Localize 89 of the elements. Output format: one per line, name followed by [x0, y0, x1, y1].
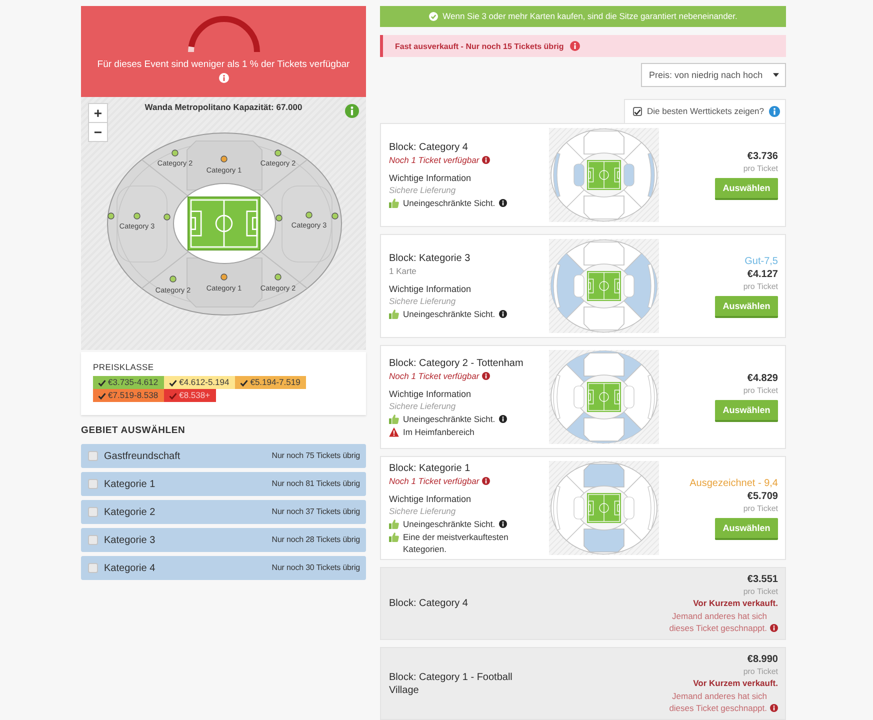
sold-text: Jemand anderes hat sich dieses Ticket geschnappt. [668, 610, 767, 634]
price-text: €8.990 [747, 653, 778, 666]
price-unit-text: pro Ticket [743, 666, 778, 677]
price-text: €4.829 [747, 372, 778, 385]
feature-text: Uneingeschränkte Sicht. [403, 518, 496, 530]
price-unit-text: pro Ticket [743, 163, 778, 174]
price-unit-text: pro Ticket [743, 385, 778, 396]
thumbs-up-icon [389, 414, 399, 424]
delivery-text: Sichere Lieferung [389, 295, 456, 307]
zoom-out-button[interactable]: − [88, 122, 108, 142]
best-value-label: Die besten Werttickets zeigen? [646, 106, 764, 117]
price-filter[interactable]: €3.735-4.612 [93, 376, 164, 389]
block-title: Block: Kategorie 1 [389, 462, 470, 474]
area-name: Kategorie 1 [104, 478, 156, 490]
area-name: Kategorie 3 [104, 534, 156, 546]
feature-text: Uneingeschränkte Sicht. [403, 197, 496, 209]
area-option[interactable]: Kategorie 4 Nur noch 30 Tickets übrig [81, 556, 366, 580]
tickets-left-text: Nur noch 75 Tickets übrig [272, 451, 360, 461]
info-heading: Wichtige Information [389, 283, 472, 295]
price-unit-text: pro Ticket [743, 502, 778, 514]
info-icon [770, 624, 778, 632]
check-circle-icon [428, 12, 438, 21]
sold-title: Vor Kurzem verkauft. [693, 597, 778, 610]
rating-text: Ausgezeichnet - 9,4 [690, 476, 778, 490]
area-option[interactable]: Gastfreundschaft Nur noch 75 Tickets übrig [81, 444, 366, 468]
info-icon [770, 704, 778, 712]
thumbs-up-icon [389, 518, 399, 528]
sold-title: Vor Kurzem verkauft. [693, 677, 778, 690]
sort-select[interactable]: Preis: von niedrig nach hoch [641, 63, 786, 87]
price-text: €4.127 [747, 268, 778, 280]
zoom-in-button[interactable]: + [88, 103, 108, 123]
area-heading: GEBIET AUSWÄHLEN [81, 424, 186, 438]
area-name: Gastfreundschaft [104, 450, 182, 462]
info-icon [570, 41, 580, 51]
quantity-note: 1 Karte [389, 265, 416, 277]
notice-text: Wenn Sie 3 oder mehr Karten kaufen, sind die Sitze garantiert nebeneinander. [442, 11, 738, 22]
area-name: Kategorie 2 [104, 506, 156, 518]
area-option[interactable]: Kategorie 2 Nur noch 37 Tickets übrig [81, 500, 366, 524]
delivery-text: Sichere Lieferung [389, 504, 456, 516]
tickets-left-text: Nur noch 30 Tickets übrig [272, 563, 360, 573]
area-option[interactable]: Kategorie 1 Nur noch 81 Tickets übrig [81, 472, 366, 496]
thumbs-up-icon [389, 532, 399, 542]
availability-message: Für dieses Event sind weniger als 1 % der Tickets verfügbar [97, 58, 350, 71]
availability-note: Noch 1 Ticket verfügbar [389, 474, 480, 486]
price-filter[interactable]: €4.612-5.194 [164, 376, 236, 389]
availability-note: Noch 1 Ticket verfügbar [389, 370, 480, 382]
thumbs-up-icon [389, 309, 399, 319]
info-icon [345, 104, 359, 118]
alert-text: Fast ausverkauft - Nur noch 15 Tickets übrig [395, 40, 564, 52]
delivery-text: Sichere Lieferung [389, 184, 456, 196]
delivery-text: Sichere Lieferung [389, 400, 456, 412]
thumbs-up-icon [389, 198, 399, 208]
tickets-left-text: Nur noch 37 Tickets übrig [272, 507, 360, 517]
info-icon [769, 106, 780, 117]
area-option[interactable]: Kategorie 3 Nur noch 28 Tickets übrig [81, 528, 366, 552]
legend-title: PREISKLASSE [93, 362, 155, 373]
price-text: €3.551 [747, 573, 778, 586]
price-text: €3.736 [747, 150, 778, 163]
info-icon [482, 476, 490, 484]
price-unit-text: pro Ticket [743, 586, 778, 597]
block-title: Block: Kategorie 3 [389, 252, 470, 265]
info-heading: Wichtige Information [389, 172, 472, 184]
info-heading: Wichtige Information [389, 492, 472, 504]
block-title: Block: Category 2 - Tottenham [389, 356, 524, 370]
feature-text: Im Heimfanbereich [403, 426, 474, 438]
sold-text: Jemand anderes hat sich dieses Ticket geschnappt. [668, 690, 767, 714]
info-icon [218, 73, 228, 83]
checkbox[interactable] [632, 107, 642, 116]
block-title: Block: Category 1 - Football Village [389, 670, 514, 696]
price-filter[interactable]: €7.519-8.538 [93, 389, 164, 402]
tickets-left-text: Nur noch 28 Tickets übrig [272, 535, 360, 545]
feature-text: Uneingeschränkte Sicht. [403, 412, 496, 424]
info-heading: Wichtige Information [389, 388, 472, 400]
info-icon [482, 156, 490, 164]
caret-icon [773, 73, 779, 77]
rating-text: Gut-7,5 [744, 254, 778, 268]
map-title: Wanda Metropolitano Kapazität: 67.000 [144, 101, 302, 114]
block-title: Block: Category 4 [389, 141, 468, 154]
price-text: €5.709 [747, 490, 778, 502]
info-icon [482, 372, 490, 380]
availability-note: Noch 1 Ticket verfügbar [389, 154, 480, 166]
area-name: Kategorie 4 [104, 562, 156, 574]
feature-text: Uneingeschränkte Sicht. [403, 308, 496, 320]
feature-text: Eine der meistverkauftesten Kategorien. [403, 530, 510, 554]
block-title: Block: Category 4 [389, 597, 468, 610]
warning-icon [389, 426, 399, 436]
price-filter[interactable]: €5.194-7.519 [235, 376, 306, 389]
price-unit-text: pro Ticket [743, 280, 778, 292]
tickets-left-text: Nur noch 81 Tickets übrig [272, 479, 360, 489]
